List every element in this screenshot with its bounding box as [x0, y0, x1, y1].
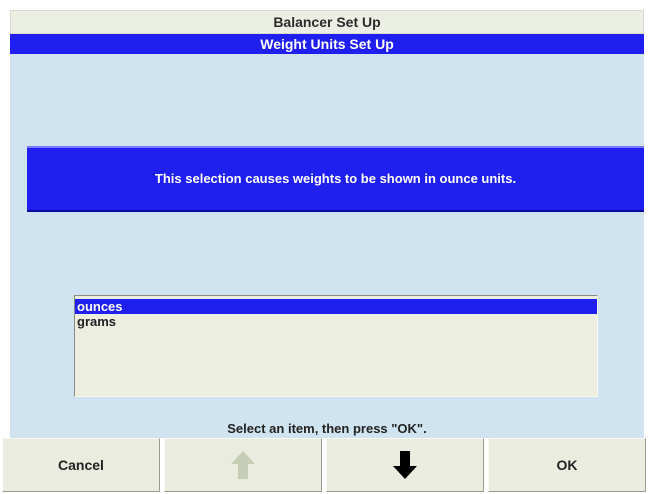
arrow-up-icon	[231, 451, 255, 479]
ok-button-label: OK	[556, 457, 578, 473]
list-item-grams[interactable]: grams	[75, 314, 597, 329]
screen-subtitle: Weight Units Set Up	[10, 34, 644, 54]
balancer-setup-screen: Balancer Set Up Weight Units Set Up This…	[0, 0, 649, 494]
cancel-button[interactable]: Cancel	[2, 438, 160, 492]
softkey-button-row: Cancel OK	[0, 438, 649, 494]
arrow-down-icon	[393, 451, 417, 479]
window-title: Balancer Set Up	[10, 10, 644, 34]
cancel-button-label: Cancel	[58, 457, 104, 473]
list-item-ounces[interactable]: ounces	[75, 299, 597, 314]
move-down-button[interactable]	[326, 438, 484, 492]
info-message-box: This selection causes weights to be show…	[27, 146, 644, 212]
weight-units-listbox[interactable]: ounces grams	[74, 295, 598, 397]
info-message-text: This selection causes weights to be show…	[154, 171, 517, 186]
ok-button[interactable]: OK	[488, 438, 646, 492]
instruction-hint: Select an item, then press "OK".	[227, 421, 427, 436]
move-up-button[interactable]	[164, 438, 322, 492]
